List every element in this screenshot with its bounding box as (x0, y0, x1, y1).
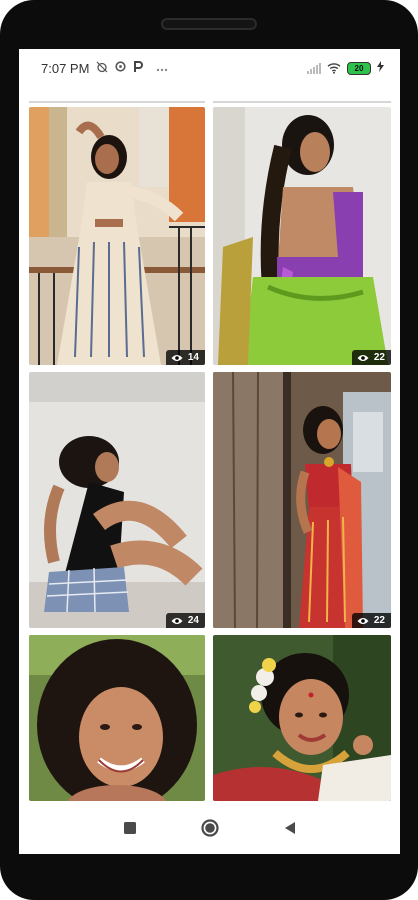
signal-icon (307, 62, 321, 74)
gallery-tile[interactable] (213, 635, 391, 801)
photo-thumbnail (213, 107, 391, 365)
photo-thumbnail (29, 372, 205, 628)
status-left: 7:07 PM (41, 60, 168, 76)
alarm-off-icon (96, 61, 108, 76)
home-button[interactable] (198, 816, 222, 840)
view-count: 24 (187, 615, 199, 626)
view-count-badge: 24 (165, 613, 205, 628)
p-app-icon (133, 60, 144, 76)
home-icon (200, 819, 219, 837)
eye-icon (171, 617, 183, 624)
view-count: 22 (373, 352, 385, 363)
gallery-tile[interactable]: 22 (213, 107, 391, 365)
status-right: 20 (307, 61, 384, 75)
eye-icon (357, 354, 369, 361)
gallery-tile[interactable] (29, 635, 205, 801)
system-nav-bar (19, 802, 400, 854)
view-count-badge: 22 (351, 350, 391, 365)
top-divider-left (29, 101, 205, 103)
gallery-tile[interactable]: 14 (29, 107, 205, 365)
photo-thumbnail (213, 372, 391, 628)
gallery-tile[interactable]: 22 (213, 372, 391, 628)
top-divider-right (213, 101, 391, 103)
photo-thumbnail (29, 635, 205, 801)
photo-thumbnail (213, 635, 391, 801)
photo-thumbnail (29, 107, 205, 365)
eye-icon (357, 617, 369, 624)
eye-icon (171, 354, 183, 361)
back-button[interactable] (278, 816, 302, 840)
status-time: 7:07 PM (41, 60, 90, 76)
back-icon (284, 822, 295, 834)
recent-apps-icon (123, 822, 136, 834)
phone-frame: 7:07 PM 20 14 22 24 22 (0, 0, 418, 900)
view-count: 14 (187, 352, 199, 363)
app-screen: 7:07 PM 20 14 22 24 22 (19, 49, 400, 854)
wifi-icon (327, 63, 341, 74)
gallery-tile[interactable]: 24 (29, 372, 205, 628)
more-dots-icon (156, 61, 168, 75)
view-count-badge: 22 (351, 613, 391, 628)
view-count: 22 (373, 615, 385, 626)
charging-icon (377, 61, 384, 75)
recent-apps-button[interactable] (118, 816, 142, 840)
earpiece-speaker (161, 18, 257, 30)
data-saver-icon (115, 61, 127, 75)
battery-level: 20 (354, 63, 364, 73)
view-count-badge: 14 (165, 350, 205, 365)
battery-icon: 20 (347, 61, 371, 75)
status-bar: 7:07 PM 20 (19, 49, 400, 87)
